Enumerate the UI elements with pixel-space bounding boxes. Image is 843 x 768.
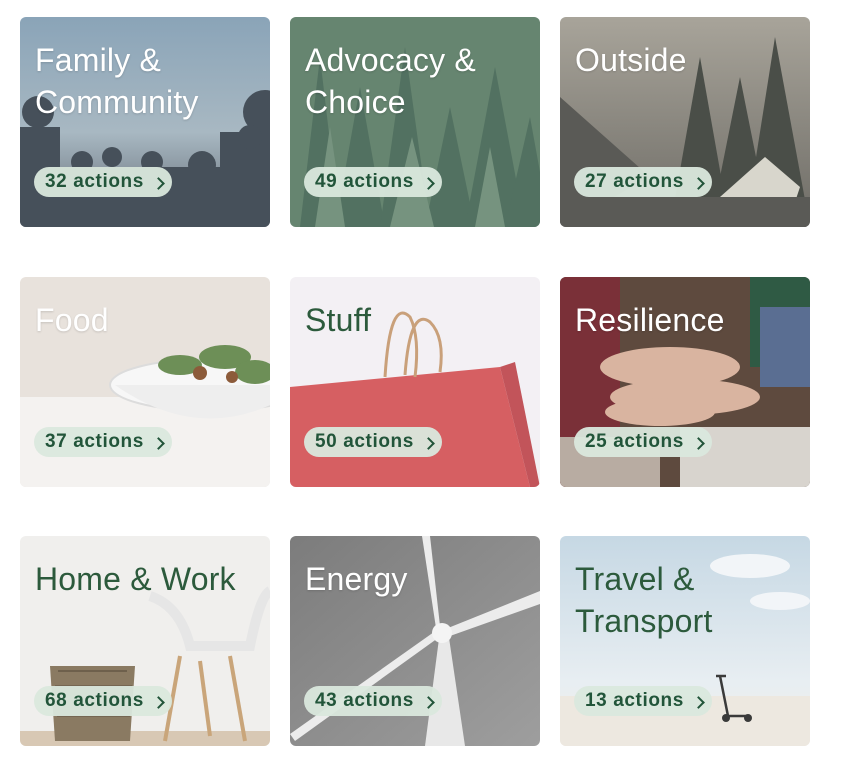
category-card-stuff[interactable]: Stuff 50 actions <box>290 277 540 487</box>
actions-count-button[interactable]: 49 actions <box>304 167 442 197</box>
actions-count-label: 37 actions <box>45 431 144 452</box>
chevron-right-icon <box>692 696 705 709</box>
card-title: Outside <box>575 42 687 78</box>
actions-count-button[interactable]: 13 actions <box>574 686 712 716</box>
actions-count-button[interactable]: 27 actions <box>574 167 712 197</box>
actions-count-label: 50 actions <box>315 431 414 452</box>
card-title: Food <box>35 302 109 338</box>
actions-count-button[interactable]: 37 actions <box>34 427 172 457</box>
actions-count-label: 43 actions <box>315 690 414 711</box>
card-title: Energy <box>305 561 408 597</box>
chevron-right-icon <box>692 437 705 450</box>
chevron-right-icon <box>422 437 435 450</box>
actions-count-label: 68 actions <box>45 690 144 711</box>
category-grid: Family & Community 32 actions Advocacy &… <box>0 0 843 768</box>
category-card-family-community[interactable]: Family & Community 32 actions <box>20 17 270 227</box>
category-card-resilience[interactable]: Resilience 25 actions <box>560 277 810 487</box>
card-title: Family & Community <box>35 42 199 120</box>
actions-count-label: 32 actions <box>45 171 144 192</box>
card-title: Resilience <box>575 302 725 338</box>
category-card-outside[interactable]: Outside 27 actions <box>560 17 810 227</box>
category-card-advocacy-choice[interactable]: Advocacy & Choice 49 actions <box>290 17 540 227</box>
card-title: Advocacy & Choice <box>305 42 476 120</box>
category-card-travel-transport[interactable]: Travel & Transport 13 actions <box>560 536 810 746</box>
actions-count-button[interactable]: 32 actions <box>34 167 172 197</box>
category-card-home-work[interactable]: Home & Work 68 actions <box>20 536 270 746</box>
chevron-right-icon <box>152 437 165 450</box>
chevron-right-icon <box>152 696 165 709</box>
actions-count-label: 27 actions <box>585 171 684 192</box>
actions-count-label: 13 actions <box>585 690 684 711</box>
actions-count-button[interactable]: 50 actions <box>304 427 442 457</box>
actions-count-label: 49 actions <box>315 171 414 192</box>
chevron-right-icon <box>422 696 435 709</box>
actions-count-label: 25 actions <box>585 431 684 452</box>
category-card-energy[interactable]: Energy 43 actions <box>290 536 540 746</box>
actions-count-button[interactable]: 25 actions <box>574 427 712 457</box>
card-title: Travel & Transport <box>575 561 713 639</box>
actions-count-button[interactable]: 43 actions <box>304 686 442 716</box>
chevron-right-icon <box>422 177 435 190</box>
actions-count-button[interactable]: 68 actions <box>34 686 172 716</box>
category-card-food[interactable]: Food 37 actions <box>20 277 270 487</box>
chevron-right-icon <box>692 177 705 190</box>
chevron-right-icon <box>152 177 165 190</box>
card-title: Home & Work <box>35 561 236 597</box>
card-title: Stuff <box>305 302 372 338</box>
